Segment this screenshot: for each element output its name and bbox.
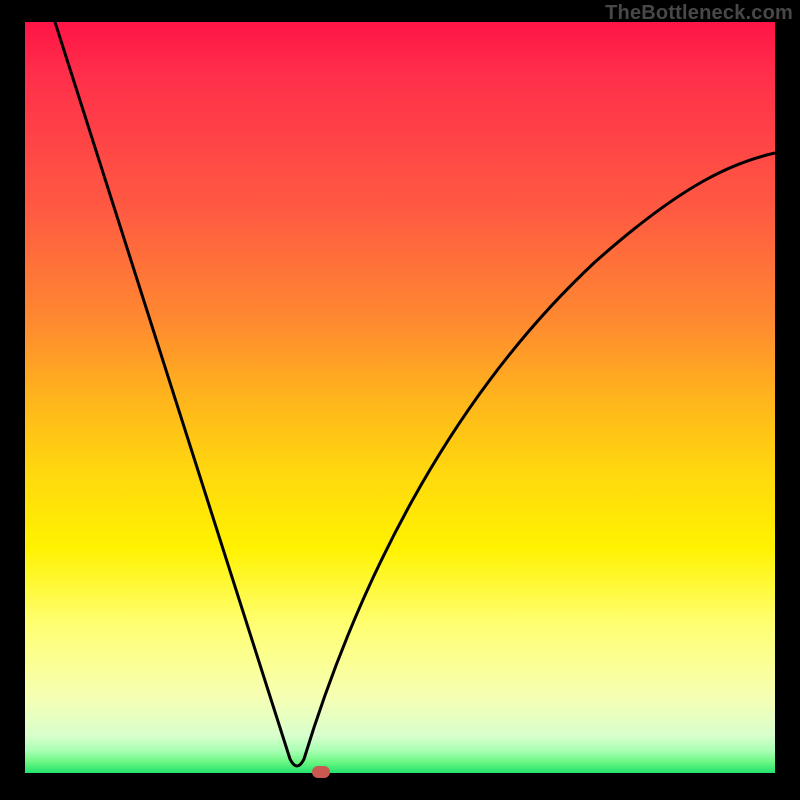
- chart-container: TheBottleneck.com: [0, 0, 800, 800]
- curve-svg: [25, 22, 775, 773]
- bottleneck-curve: [55, 22, 775, 766]
- plot-area: [25, 22, 775, 773]
- optimum-marker: [312, 766, 330, 778]
